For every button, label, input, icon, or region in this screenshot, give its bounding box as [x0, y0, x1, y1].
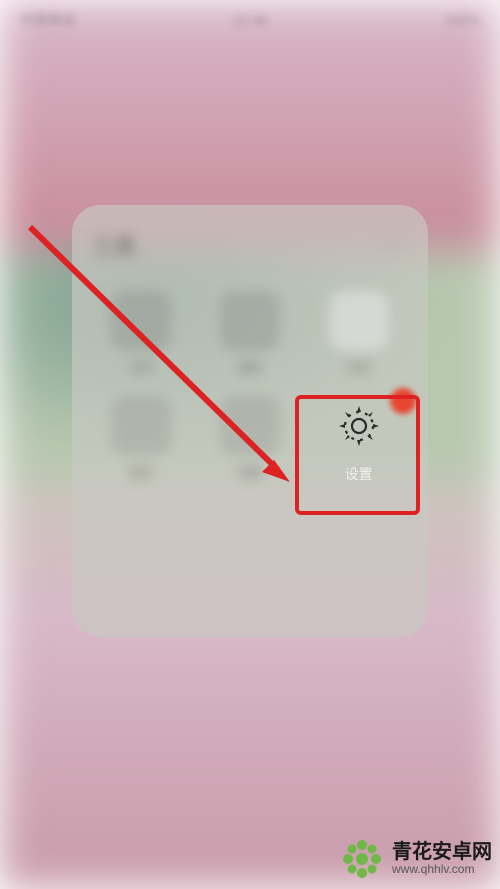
- app-label: 日历: [347, 359, 371, 376]
- carrier-label: 中国电信: [20, 10, 76, 30]
- watermark-logo-icon: [340, 837, 384, 881]
- status-bar: 中国电信 10:36 100%: [0, 0, 500, 40]
- watermark-url: www.qhhlv.com: [392, 863, 492, 876]
- highlight-box: [295, 395, 420, 515]
- app-icon: [329, 291, 389, 351]
- annotation-arrow: [10, 212, 330, 502]
- watermark-brand: 青花安卓网: [392, 841, 492, 863]
- watermark: 青花安卓网 www.qhhlv.com: [340, 837, 492, 881]
- battery-label: 100%: [444, 12, 480, 28]
- clock: 10:36: [232, 12, 267, 28]
- close-icon[interactable]: [378, 230, 408, 260]
